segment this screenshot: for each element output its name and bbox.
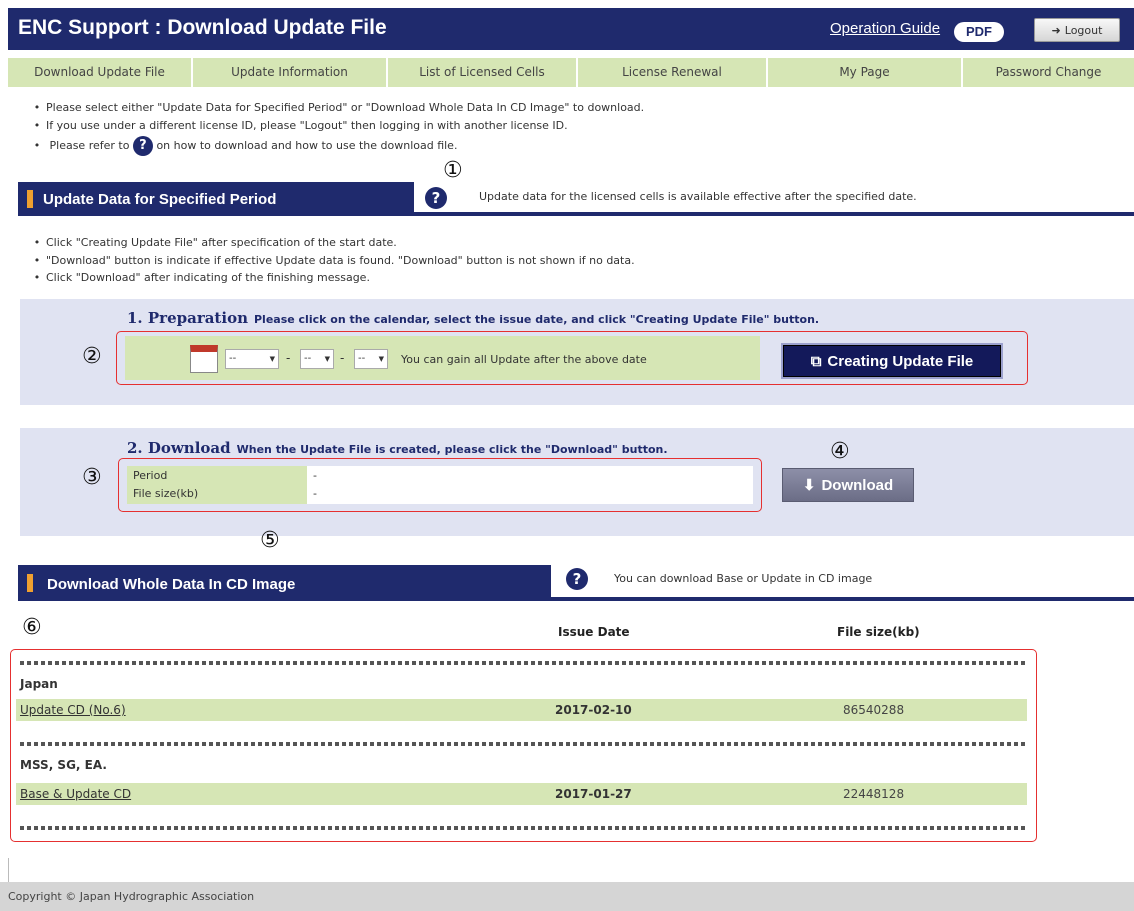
col-file-size: File size(kb) [837,625,920,639]
page-title: ENC Support : Download Update File [18,16,387,39]
intro-line-3: Please refer to ? on how to download and… [28,136,457,156]
section-update-note: Update data for the licensed cells is av… [479,190,917,203]
section-accent [27,574,33,592]
issue-date-value: 2017-01-27 [555,787,632,801]
nav-list-of-licensed-cells[interactable]: List of Licensed Cells [388,58,578,87]
update-bullet-2: "Download" button is indicate if effecti… [28,254,635,267]
pdf-badge[interactable]: PDF [954,22,1004,42]
download-value-cell [307,466,753,504]
intro-line-3-post: on how to download and how to use the do… [156,139,458,152]
annotation-5: ⑤ [260,528,280,553]
dotted-divider [20,742,1026,746]
cd-download-link[interactable]: Update CD (No.6) [20,703,126,717]
operation-guide-link[interactable]: Operation Guide [830,20,940,37]
file-size-value: 86540288 [843,703,905,717]
date-hint: You can gain all Update after the above … [401,353,647,366]
date-separator-1: - [286,351,291,365]
copy-icon: ⧉ [810,352,822,370]
nav-license-renewal[interactable]: License Renewal [578,58,768,87]
annotation-1: ① [443,158,463,183]
main-nav: Download Update File Update Information … [8,58,1134,87]
issue-date-value: 2017-02-10 [555,703,632,717]
group-name: MSS, SG, EA. [20,758,107,772]
date-separator-2: - [340,351,345,365]
calendar-icon[interactable] [190,345,218,373]
footer: Copyright © Japan Hydrographic Associati… [0,882,1134,911]
section-cd-note: You can download Base or Update in CD im… [614,572,873,585]
update-bullet-3: Click "Download" after indicating of the… [28,271,370,284]
month-select[interactable]: -- ▼ [300,349,334,369]
creating-update-file-label: Creating Update File [827,352,974,370]
nav-password-change[interactable]: Password Change [963,58,1134,87]
day-select[interactable]: -- ▼ [354,349,388,369]
intro-line-1: Please select either "Update Data for Sp… [28,101,644,114]
page-border [8,858,9,882]
section-accent [27,190,33,208]
logout-label: Logout [1064,23,1103,37]
annotation-2: ② [82,344,102,369]
file-size-value: - [313,487,317,500]
nav-download-update-file[interactable]: Download Update File [8,58,193,87]
file-size-value: 22448128 [843,787,905,801]
preparation-instruction: Please click on the calendar, select the… [253,313,820,326]
period-value: - [313,469,317,482]
logout-button[interactable]: ➜ Logout [1034,18,1120,42]
section-cd-rule [551,597,1134,601]
dotted-divider [20,661,1026,665]
section-update-rule [414,212,1134,216]
annotation-4: ④ [830,439,850,464]
file-size-label: File size(kb) [133,487,199,500]
group-name: Japan [20,677,58,691]
logout-icon: ➜ [1051,23,1061,37]
section-cd-title: Download Whole Data In CD Image [47,576,296,593]
copyright-text: Copyright © Japan Hydrographic Associati… [8,890,255,903]
intro-line-2: If you use under a different license ID,… [28,119,568,132]
nav-update-information[interactable]: Update Information [193,58,388,87]
dotted-divider [20,826,1026,830]
help-icon-cd[interactable]: ? [566,568,588,590]
intro-line-3-pre: Please refer to [49,139,130,152]
col-issue-date: Issue Date [558,625,630,639]
creating-update-file-button[interactable]: ⧉ Creating Update File [781,343,1003,379]
period-label: Period [133,469,168,482]
app-header: ENC Support : Download Update File Opera… [8,8,1134,50]
cd-download-link[interactable]: Base & Update CD [20,787,131,801]
year-select[interactable]: -- ▼ [225,349,279,369]
annotation-3: ③ [82,465,102,490]
preparation-title: 1. Preparation [127,309,248,327]
download-icon: ⬇ [802,477,816,494]
section-update-title: Update Data for Specified Period [43,191,277,208]
nav-my-page[interactable]: My Page [768,58,963,87]
help-icon-update[interactable]: ? [425,187,447,209]
download-button[interactable]: ⬇ Download [782,468,914,502]
preparation-heading: 1. Preparation Please click on the calend… [127,309,819,327]
download-button-label: Download [821,476,894,494]
download-instruction: When the Update File is created, please … [236,443,668,456]
annotation-6: ⑥ [22,615,42,640]
download-title: 2. Download [127,439,231,457]
help-icon[interactable]: ? [132,136,153,156]
update-bullet-1: Click "Creating Update File" after speci… [28,236,397,249]
download-heading: 2. Download When the Update File is creat… [127,439,668,457]
